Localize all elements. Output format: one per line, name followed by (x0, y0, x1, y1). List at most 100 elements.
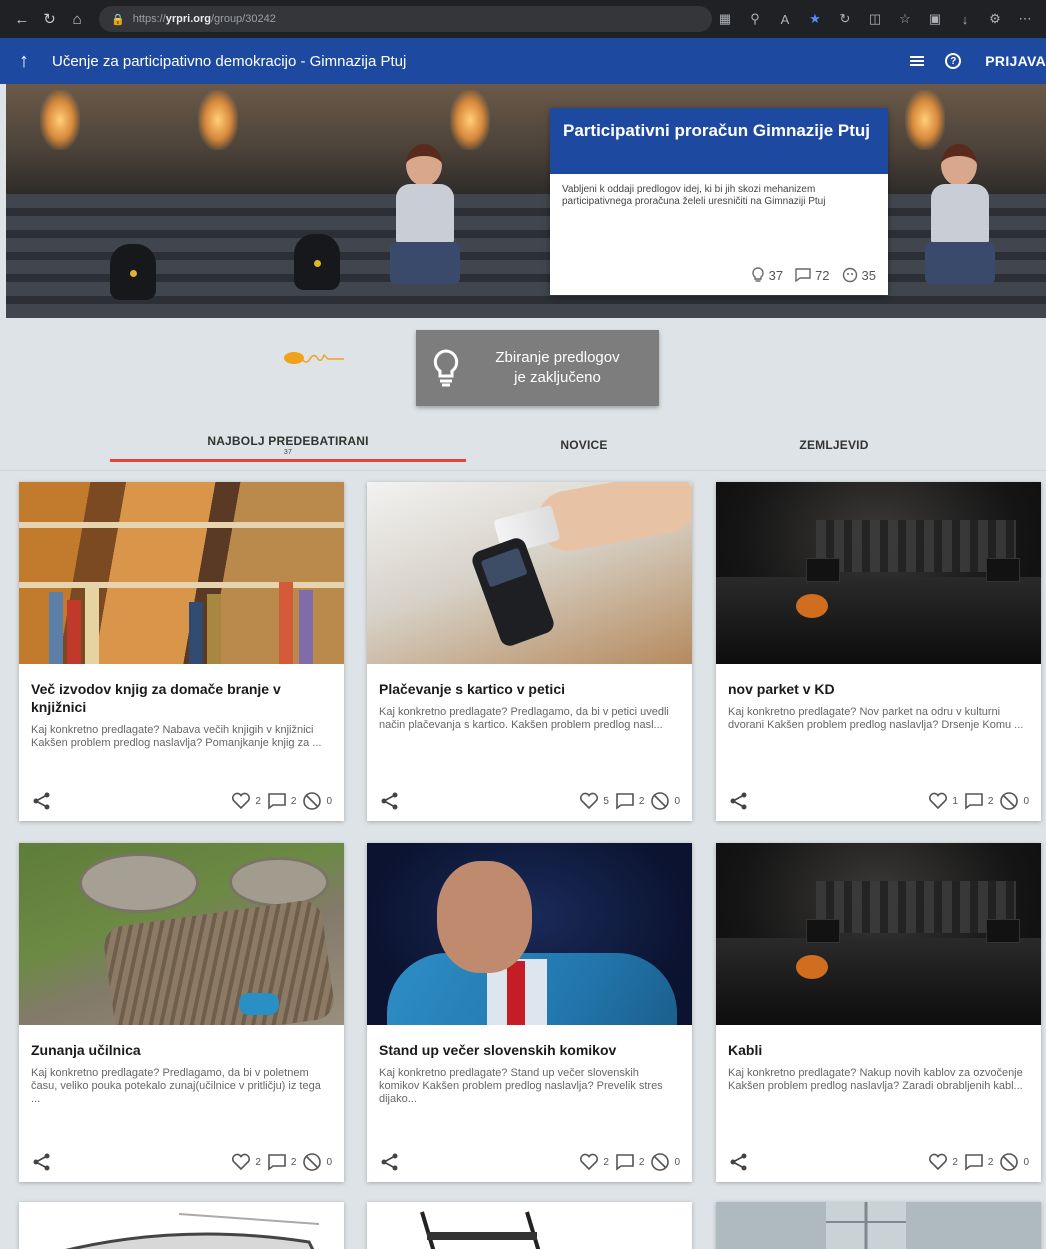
like-button[interactable]: 2 (928, 1153, 958, 1171)
star-icon[interactable]: ★ (802, 6, 828, 32)
dislike-count: 0 (674, 1156, 680, 1168)
back-icon[interactable]: ← (8, 5, 36, 33)
idea-image (367, 843, 692, 1025)
dislike-button[interactable]: 0 (302, 1152, 332, 1172)
lightbulb-icon (751, 267, 764, 282)
dislike-count: 0 (1023, 1156, 1029, 1168)
heart-icon (580, 792, 599, 810)
tab-bar: NAJBOLJ PREDEBATIRANI 37 NOVICE ZEMLJEVI… (0, 425, 1046, 473)
idea-card[interactable]: Več izvodov knjig za domače branje v knj… (19, 482, 344, 821)
like-count: 1 (952, 795, 958, 807)
comment-icon (795, 268, 811, 282)
address-bar[interactable]: 🔒 https://yrpri.org/group/30242 (99, 6, 712, 32)
extensions-icon[interactable]: ⚙ (982, 6, 1008, 32)
hero-banner: Participativni proračun Gimnazije Ptuj V… (6, 84, 1046, 318)
users-stat: 35 (842, 267, 876, 283)
idea-card-partial[interactable] (19, 1202, 344, 1249)
dislike-button[interactable]: 0 (650, 1152, 680, 1172)
comment-count: 2 (987, 795, 994, 807)
arrow-up-icon[interactable]: ↑ (4, 38, 44, 84)
like-count: 2 (255, 795, 261, 807)
submissions-closed-button[interactable]: Zbiranje predlogov je zaključeno (416, 330, 659, 406)
comment-icon (268, 1154, 286, 1171)
collections-icon[interactable]: ▣ (922, 6, 948, 32)
block-icon (651, 1153, 670, 1171)
comment-button[interactable]: 2 (615, 1153, 645, 1171)
idea-description: Kaj konkretno predlagate? Nabava večih k… (31, 724, 322, 749)
comment-button[interactable]: 2 (267, 792, 296, 810)
dislike-count: 0 (674, 795, 680, 807)
dislike-button[interactable]: 0 (650, 791, 680, 811)
app-title: Učenje za participativno demokracijo - G… (52, 52, 407, 70)
idea-card[interactable]: Zunanja učilnica Kaj konkretno predlagat… (19, 843, 344, 1182)
idea-title[interactable]: Zunanja učilnica (31, 1041, 332, 1059)
idea-card[interactable]: nov parket v KD Kaj konkretno predlagate… (716, 482, 1041, 821)
like-button[interactable]: 2 (231, 1153, 261, 1171)
idea-image (367, 482, 692, 664)
comment-button[interactable]: 2 (964, 1153, 993, 1171)
home-icon[interactable]: ⌂ (63, 5, 91, 33)
login-button[interactable]: PRIJAVA (985, 53, 1046, 69)
apps-icon[interactable]: ▦ (712, 6, 738, 32)
zoom-icon[interactable]: ⚲ (742, 6, 768, 32)
idea-image (19, 843, 344, 1025)
idea-card-partial[interactable] (716, 1202, 1041, 1249)
more-icon[interactable]: ⋯ (1012, 6, 1038, 32)
comment-button[interactable]: 2 (964, 792, 994, 810)
comment-count: 2 (638, 1156, 645, 1168)
ideas-stat: 37 (751, 267, 783, 283)
users-count: 35 (861, 267, 876, 283)
hero-image-center (190, 84, 525, 318)
idea-title[interactable]: Kabli (728, 1041, 1029, 1059)
heart-icon (580, 1153, 599, 1171)
split-view-icon[interactable]: ◫ (862, 6, 888, 32)
idea-title[interactable]: Plačevanje s kartico v petici (379, 680, 680, 698)
sync-icon[interactable]: ↻ (832, 6, 858, 32)
url-prefix: https:// (132, 13, 166, 25)
idea-title[interactable]: Več izvodov knjig za domače branje v knj… (31, 680, 332, 716)
like-button[interactable]: 1 (928, 792, 958, 810)
comment-button[interactable]: 2 (267, 1153, 296, 1171)
idea-description: Kaj konkretno predlagate? Predlagamo, da… (31, 1067, 321, 1105)
idea-card[interactable]: Kabli Kaj konkretno predlagate? Nakup no… (716, 843, 1041, 1182)
read-aloud-icon[interactable]: A (772, 6, 798, 32)
dislike-count: 0 (326, 795, 332, 807)
like-button[interactable]: 2 (231, 792, 261, 810)
dislike-button[interactable]: 0 (302, 791, 332, 811)
idea-card[interactable]: Plačevanje s kartico v petici Kaj konkre… (367, 482, 692, 821)
idea-card[interactable]: Stand up večer slovenskih komikov Kaj ko… (367, 843, 692, 1182)
share-icon[interactable] (379, 1151, 401, 1173)
download-icon[interactable]: ↓ (952, 6, 978, 32)
tab-label: NOVICE (560, 438, 608, 452)
menu-icon[interactable] (899, 43, 935, 79)
dislike-button[interactable]: 0 (999, 791, 1029, 811)
like-count: 2 (952, 1156, 958, 1168)
like-count: 5 (603, 795, 609, 807)
share-icon[interactable] (728, 790, 750, 812)
tab-news[interactable]: NOVICE (466, 425, 702, 465)
block-icon (303, 1153, 322, 1171)
comment-button[interactable]: 2 (615, 792, 644, 810)
comment-icon (616, 793, 634, 810)
refresh-icon[interactable]: ↻ (36, 5, 64, 33)
url-path: /group/30242 (210, 13, 276, 25)
ideas-count: 37 (768, 267, 784, 283)
idea-card-partial[interactable] (367, 1202, 692, 1249)
idea-title[interactable]: nov parket v KD (728, 680, 1029, 698)
idea-title[interactable]: Stand up večer slovenskih komikov (379, 1041, 680, 1059)
share-icon[interactable] (31, 790, 53, 812)
tab-map[interactable]: ZEMLJEVID (702, 425, 966, 465)
help-icon[interactable]: ? (935, 43, 971, 79)
idea-description: Kaj konkretno predlagate? Stand up večer… (379, 1067, 663, 1105)
like-button[interactable]: 5 (579, 792, 609, 810)
group-stats: 37 72 35 (751, 267, 876, 283)
favorites-icon[interactable]: ☆ (892, 6, 918, 32)
heart-icon (929, 1153, 948, 1171)
idea-description: Kaj konkretno predlagate? Predlagamo, da… (379, 706, 669, 731)
like-button[interactable]: 2 (579, 1153, 609, 1171)
share-icon[interactable] (31, 1151, 53, 1173)
share-icon[interactable] (379, 790, 401, 812)
dislike-button[interactable]: 0 (999, 1152, 1029, 1172)
share-icon[interactable] (728, 1151, 750, 1173)
group-info-card[interactable]: Participativni proračun Gimnazije Ptuj V… (550, 108, 888, 295)
